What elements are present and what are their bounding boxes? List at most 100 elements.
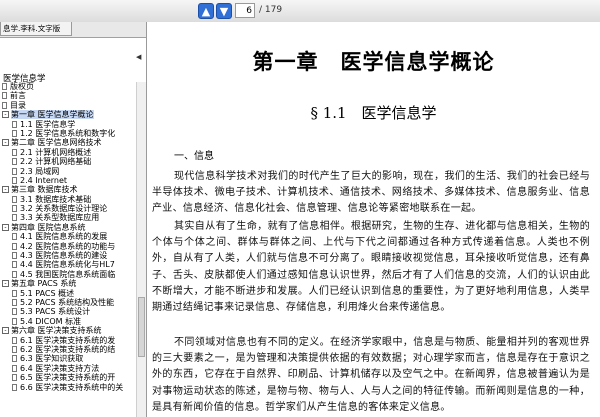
bookmark-chapter[interactable]: - 第二章 医学信息网络技术 [2, 138, 136, 147]
bookmark-item[interactable]: 4.1 医院信息系统的发展 [2, 232, 136, 241]
bookmark-label: 5.4 DICOM 标准 [20, 316, 82, 326]
bookmark-item[interactable]: 6.6 医学决策支持系统中的关 [2, 383, 136, 392]
bookmark-label: 第四章 医院信息系统 [11, 222, 86, 232]
previous-page-button[interactable]: ▲ [198, 3, 214, 19]
bookmark-item[interactable]: 6.5 医学决策支持系统的开 [2, 373, 136, 382]
bookmark-label: 5.2 PACS 系统结构及性能 [20, 297, 115, 307]
bookmark-item[interactable]: 6.3 医学知识获取 [2, 354, 136, 363]
bookmark-label: 3.3 关系型数据库应用 [20, 213, 100, 223]
bookmark-label: 目录 [10, 100, 26, 110]
bookmark-chapter[interactable]: - 第四章 医院信息系统 [2, 223, 136, 232]
bookmark-page-icon [12, 289, 17, 297]
bookmark-item[interactable]: 3.3 关系型数据库应用 [2, 213, 136, 222]
bookmark-label: 6.6 医学决策支持系统中的关 [20, 382, 124, 392]
bookmark-page-icon [12, 120, 17, 128]
bookmark-page-icon [12, 317, 17, 325]
bookmark-item[interactable]: 5.4 DICOM 标准 [2, 317, 136, 326]
collapse-toggle-icon[interactable]: - [2, 223, 9, 231]
bookmark-item[interactable]: 2.3 局域网 [2, 167, 136, 176]
bookmark-page-icon [12, 214, 17, 222]
bookmark-page-icon [12, 195, 17, 203]
bookmark-label: 第五章 PACS 系统 [11, 279, 77, 289]
arrow-up-icon: ▲ [201, 5, 211, 18]
bookmark-item[interactable]: 4.2 医院信息系统的功能与 [2, 242, 136, 251]
bookmark-item[interactable]: 6.1 医学决策支持系统的发 [2, 336, 136, 345]
page-number-input[interactable] [235, 3, 255, 18]
bookmark-label: 3.2 关系数据库设计理论 [20, 204, 108, 214]
bookmark-chapter[interactable]: - 第三章 数据库技术 [2, 185, 136, 194]
bookmark-label: 2.3 局域网 [20, 166, 60, 176]
bookmark-item[interactable]: 4.4 医院信息系统化与HL7 [2, 260, 136, 269]
bookmark-page-icon [12, 336, 17, 344]
bookmark-item[interactable]: 3.1 数据库技术基础 [2, 195, 136, 204]
bookmark-label: 4.4 医院信息系统化与HL7 [20, 260, 115, 270]
bookmark-label: 6.3 医学知识获取 [20, 354, 84, 364]
bookmark-page-icon [12, 148, 17, 156]
bookmark-page-icon [2, 83, 7, 90]
bookmark-tree: 版权页 前言 目录 - 第一章 医学信息学概论 1.1 医学信息学 1.2 医学信息系统和数… [2, 82, 136, 392]
bookmark-label: 4.3 医院信息系统的建设 [20, 251, 108, 261]
collapse-arrow-icon[interactable]: ◀ [136, 53, 141, 61]
bookmark-label: 2.4 Internet [20, 175, 68, 185]
bookmark-item[interactable]: 1.2 医学信息系统和数字化 [2, 129, 136, 138]
bookmark-item[interactable]: 5.3 PACS 系统设计 [2, 307, 136, 316]
next-page-button[interactable]: ▼ [216, 3, 232, 19]
bookmark-item[interactable]: 2.1 计算机网络概述 [2, 148, 136, 157]
bookmark-page-icon [2, 101, 7, 109]
bookmark-label: 前言 [10, 91, 26, 101]
collapse-toggle-icon[interactable]: - [2, 186, 9, 194]
document-tab[interactable]: 息学.李科.文字版 [0, 22, 72, 36]
bookmark-chapter[interactable]: 前言 [2, 91, 136, 100]
bookmark-item[interactable]: 5.1 PACS 概述 [2, 289, 136, 298]
bookmark-page-icon [12, 298, 17, 306]
paragraph: 不同领域对信息也有不同的定义。在经济学家眼中，信息是与物质、能量相并列的客观世界… [152, 337, 590, 413]
bookmark-item[interactable]: 5.2 PACS 系统结构及性能 [2, 298, 136, 307]
bookmark-item[interactable]: 1.1 医学信息学 [2, 120, 136, 129]
bookmark-item[interactable]: 6.2 医学决策支持系统的结 [2, 345, 136, 354]
bookmark-page-icon [12, 261, 17, 269]
bookmark-page-icon [2, 92, 7, 100]
section-title: § 1.1 医学信息学 [310, 104, 437, 122]
bookmark-page-icon [12, 129, 17, 137]
bookmark-label: 第三章 数据库技术 [11, 185, 78, 195]
paragraph: 其实自从有了生命，就有了信息相伴。根据研究，生物的生存、进化都与信息相关，生物的… [152, 221, 590, 314]
bookmark-page-icon [12, 252, 17, 260]
bookmark-item[interactable]: 3.2 关系数据库设计理论 [2, 204, 136, 213]
bookmark-label: 版权页 [10, 82, 34, 91]
chapter-title: 第一章 医学信息学概论 [252, 49, 495, 74]
bookmark-item[interactable]: 4.3 医院信息系统的建设 [2, 251, 136, 260]
bookmark-label: 第六章 医学决策支持系统 [11, 326, 102, 336]
collapse-toggle-icon[interactable]: - [2, 139, 9, 147]
bookmark-chapter[interactable]: 版权页 [2, 82, 136, 91]
collapse-toggle-icon[interactable]: - [2, 111, 9, 119]
bookmark-label: 5.3 PACS 系统设计 [20, 307, 91, 317]
bookmark-label: 第二章 医学信息网络技术 [11, 138, 102, 148]
bookmark-item[interactable]: 4.5 我国医院信息系统面临 [2, 270, 136, 279]
bookmark-item[interactable]: 2.2 计算机网络基础 [2, 157, 136, 166]
bookmark-page-icon [12, 270, 17, 278]
bookmark-item[interactable]: 2.4 Internet [2, 176, 136, 185]
bookmark-label: 6.4 医学决策支持方法 [20, 363, 100, 373]
bookmark-label: 6.2 医学决策支持系统的结 [20, 344, 116, 354]
sidebar-scrollbar[interactable] [136, 82, 146, 417]
bookmark-page-icon [12, 345, 17, 353]
bookmark-chapter[interactable]: 目录 [2, 101, 136, 110]
bookmark-page-icon [12, 167, 17, 175]
bookmark-item[interactable]: 6.4 医学决策支持方法 [2, 364, 136, 373]
bookmark-label: 1.2 医学信息系统和数字化 [20, 128, 116, 138]
bookmark-chapter[interactable]: - 第一章 医学信息学概论 [2, 110, 136, 120]
paragraph: 现代信息科学技术对我们的时代产生了巨大的影响，现在，我们的生活、我们的社会已经与… [152, 171, 590, 215]
bookmark-label: 1.1 医学信息学 [20, 119, 76, 129]
toolbar: ▲ ▼ / 179 [0, 0, 600, 23]
subheading: 一、信息 [174, 151, 214, 162]
bookmark-page-icon [12, 158, 17, 166]
collapse-toggle-icon[interactable]: - [2, 327, 9, 335]
collapse-toggle-icon[interactable]: - [2, 280, 9, 288]
arrow-down-icon: ▼ [219, 5, 229, 18]
bookmark-page-icon [12, 205, 17, 213]
bookmark-chapter[interactable]: - 第五章 PACS 系统 [2, 279, 136, 288]
document-page: 第一章 医学信息学概论 § 1.1 医学信息学 一、信息 现代信息科学技术对我们… [147, 22, 600, 417]
bookmark-page-icon [12, 364, 17, 372]
sidebar-scrollbar-thumb[interactable] [138, 297, 145, 357]
bookmark-chapter[interactable]: - 第六章 医学决策支持系统 [2, 326, 136, 335]
